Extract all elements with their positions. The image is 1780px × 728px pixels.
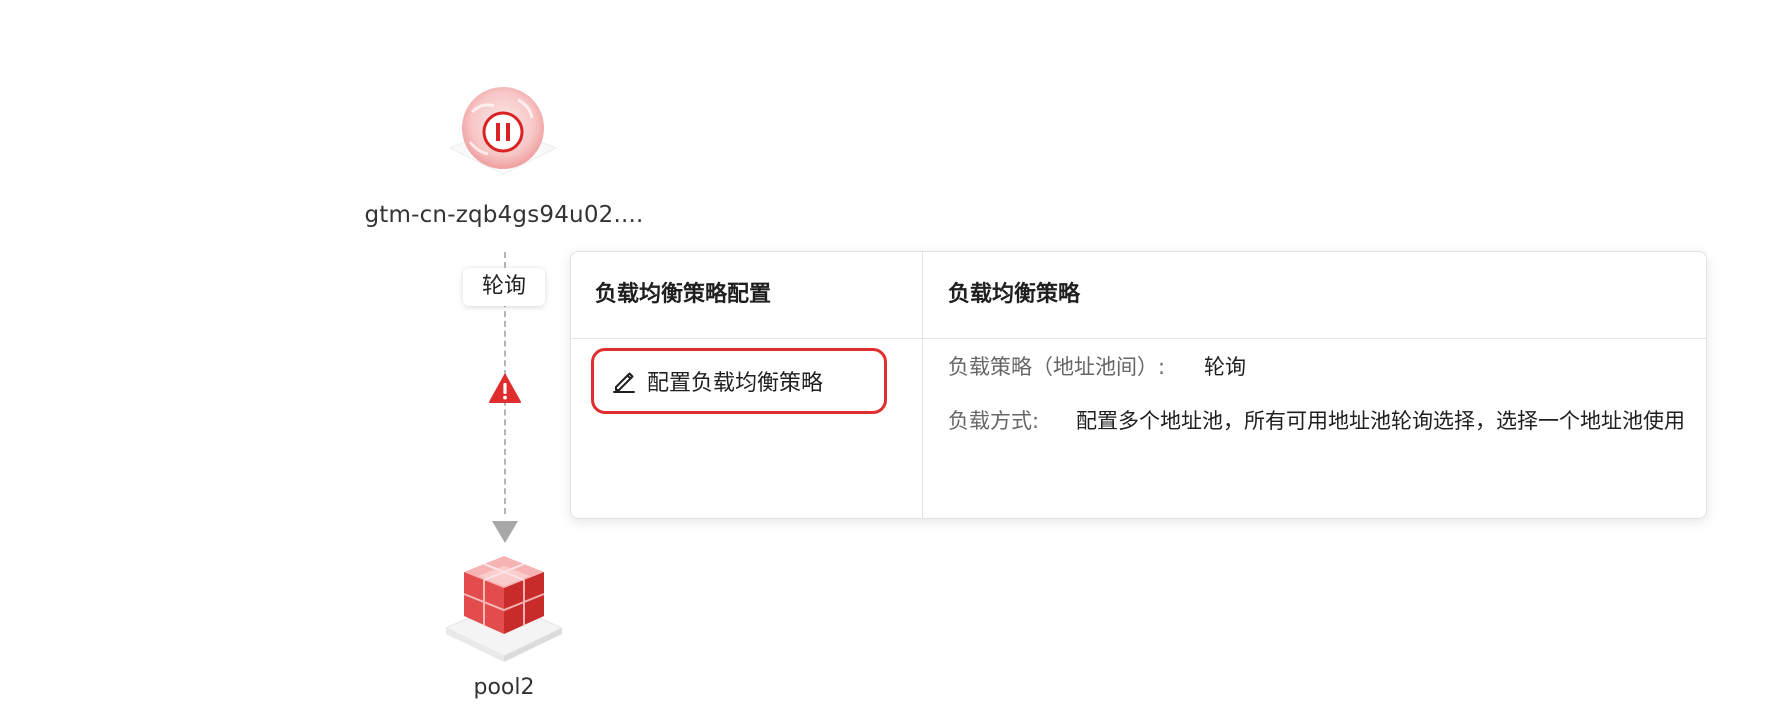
gtm-instance-node[interactable] [438,70,568,190]
configure-strategy-label: 配置负载均衡策略 [647,371,824,396]
strategy-tag[interactable]: 轮询 [463,268,545,306]
pause-icon [448,87,558,175]
address-pool-label[interactable]: pool2 [440,675,568,700]
edit-icon [613,372,635,393]
detail-key: 负载方式: [948,409,1040,433]
gtm-instance-label[interactable]: gtm-cn-zqb4gs94u02.... [340,202,668,228]
strategy-heading: 负载均衡策略 [948,282,1081,307]
arrow-down-icon [492,521,518,543]
strategy-config-heading: 负载均衡策略配置 [595,282,772,307]
column-divider [922,252,923,518]
strategy-popover: 负载均衡策略配置 负载均衡策略 配置负载均衡策略 负载策略（地址池间）: 轮询 … [570,251,1707,519]
configure-strategy-button[interactable]: 配置负载均衡策略 [591,348,887,414]
detail-value: 轮询 [1204,355,1246,379]
warning-icon[interactable] [489,374,521,403]
detail-key: 负载策略（地址池间）: [948,355,1166,379]
address-pool-icon [444,556,564,662]
address-pool-node[interactable] [440,550,568,670]
detail-value: 配置多个地址池，所有可用地址池轮询选择，选择一个地址池使用 [1076,409,1685,433]
